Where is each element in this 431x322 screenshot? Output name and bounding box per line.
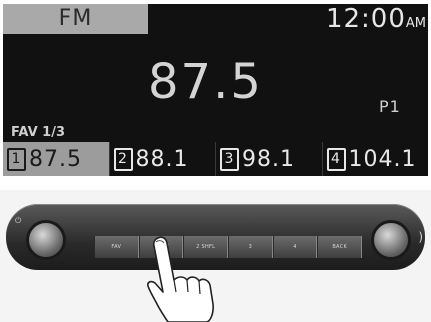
fav-page-label: FAV 1/3 xyxy=(11,125,65,140)
clock: 12:00AM xyxy=(326,4,426,34)
preset-number-3: 3 xyxy=(220,147,239,171)
preset-frequency-1: 87.5 xyxy=(29,146,82,172)
clock-time: 12:00 xyxy=(325,4,406,34)
power-icon: ⏻ xyxy=(15,216,22,225)
back-hard-button[interactable]: BACK xyxy=(317,236,363,258)
preset-indicator: P1 xyxy=(379,97,401,116)
preset-4-hard-button[interactable]: 4 xyxy=(272,236,318,258)
current-frequency: 87.5 xyxy=(148,54,263,110)
pointing-finger-icon xyxy=(147,236,214,322)
preset-number-1: 1 xyxy=(7,147,26,171)
preset-number-4: 4 xyxy=(326,147,346,171)
hardware-button-row: FAV 1 RPT 2 SHFL 3 4 BACK xyxy=(94,236,363,258)
clock-ampm: AM xyxy=(405,16,426,31)
preset-button-3[interactable]: 3 98.1 xyxy=(215,142,322,176)
radio-display: FM 12:00AM 87.5 P1 FAV 1/3 1 87.5 2 88.1… xyxy=(3,4,428,176)
preset-button-2[interactable]: 2 88.1 xyxy=(108,142,216,176)
tune-mark-icon: ) xyxy=(418,230,423,244)
fav-hard-button[interactable]: FAV xyxy=(94,236,139,258)
preset-number-2: 2 xyxy=(113,147,133,171)
control-panel-illustration: ⏻ FAV 1 RPT 2 SHFL 3 4 BACK ) xyxy=(0,190,431,322)
preset-button-4[interactable]: 4 104.1 xyxy=(321,142,429,176)
volume-knob[interactable] xyxy=(26,220,66,260)
band-label[interactable]: FM xyxy=(3,4,148,34)
preset-frequency-3: 98.1 xyxy=(242,146,295,172)
preset-frequency-2: 88.1 xyxy=(135,146,189,172)
preset-3-hard-button[interactable]: 3 xyxy=(228,236,273,258)
display-status-bar: FM 12:00AM xyxy=(3,4,428,34)
preset-frequency-4: 104.1 xyxy=(348,146,417,172)
preset-button-1[interactable]: 1 87.5 xyxy=(3,142,109,176)
tune-knob[interactable] xyxy=(371,220,411,260)
preset-list: 1 87.5 2 88.1 3 98.1 4 104.1 xyxy=(3,142,428,176)
